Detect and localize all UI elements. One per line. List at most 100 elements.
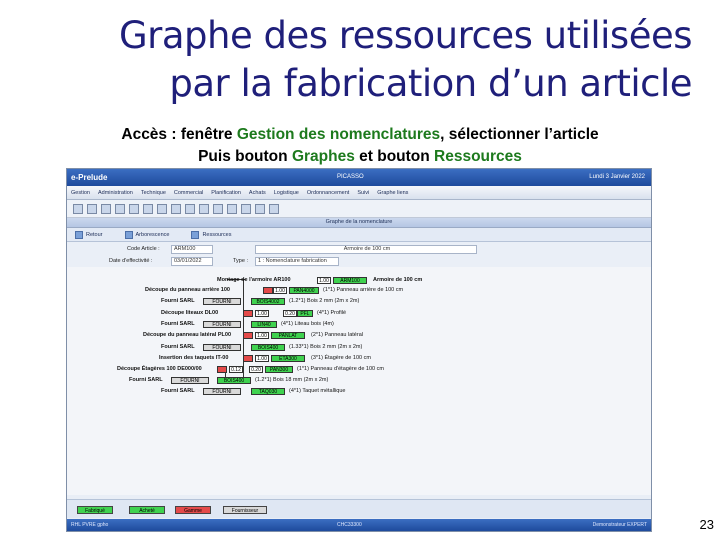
article-box[interactable]: PAN300 [265, 366, 293, 373]
article-form: Code Article : ARM100 Armoire de 100 cm … [67, 242, 651, 270]
tab-retour[interactable]: Retour [75, 230, 103, 239]
article-box[interactable]: BOIS4002 [251, 298, 285, 305]
sub2-highlight-ressources: Ressources [434, 148, 522, 165]
menu-item[interactable]: Commercial [174, 190, 203, 196]
last-icon[interactable] [213, 203, 223, 214]
menu-item[interactable]: Graphe liens [377, 190, 408, 196]
menu-item[interactable]: Administration [98, 190, 133, 196]
article-box[interactable]: ARM100 [333, 277, 367, 284]
article-box[interactable]: TAQ030 [251, 388, 285, 395]
menu-item[interactable]: Planification [211, 190, 241, 196]
tab-label: Arborescence [135, 231, 170, 238]
operation-label: Découpe liteaux DL00 [161, 310, 219, 316]
app-user: PICASSO [337, 174, 364, 180]
article-box[interactable]: PANLAT [271, 332, 305, 339]
legend-achete: Acheté [129, 506, 165, 514]
app-toolbar [67, 200, 651, 218]
previous-icon[interactable] [185, 203, 195, 214]
code-description-field: Armoire de 100 cm [255, 245, 477, 254]
delete-icon[interactable] [115, 203, 125, 214]
supplier-box: FOURNI [171, 377, 209, 384]
article-box[interactable]: PFL [297, 310, 313, 317]
gamme-box [263, 287, 273, 294]
copy-icon[interactable] [129, 203, 139, 214]
article-box[interactable]: BOIS400 [251, 344, 285, 351]
paste-icon[interactable] [157, 203, 167, 214]
article-label: (1.33*1) Bois 2 mm (2m x 2m) [289, 344, 363, 350]
code-field[interactable]: ARM100 [171, 245, 213, 254]
tree-icon [124, 230, 133, 239]
section-title: Graphe de la nomenclature [67, 218, 651, 228]
quantity-box: 1.00 [255, 310, 269, 317]
tab-ressources[interactable]: Ressources [191, 230, 232, 239]
help-icon[interactable] [269, 203, 279, 214]
filter-icon[interactable] [241, 203, 251, 214]
type-field[interactable]: 1 : Nomenclature fabrication [255, 257, 339, 266]
sub2-highlight-graphes: Graphes [291, 148, 355, 165]
cut-icon[interactable] [143, 203, 153, 214]
menu-item[interactable]: Suivi [357, 190, 369, 196]
legend-fabrique: Fabriqué [77, 506, 113, 514]
first-icon[interactable] [171, 203, 181, 214]
menu-item[interactable]: Ordonnancement [307, 190, 350, 196]
app-titlebar: e-Prelude PICASSO Lundi 3 Janvier 2022 [67, 169, 651, 186]
code-label: Code Article : [127, 246, 160, 252]
menu-item[interactable]: Technique [141, 190, 166, 196]
export-icon[interactable] [255, 203, 265, 214]
new-icon[interactable] [101, 203, 111, 214]
gamme-box [243, 355, 253, 362]
gamme-box [217, 366, 227, 373]
gamme-box [243, 310, 253, 317]
type-label: Type : [233, 258, 248, 264]
menu-item[interactable]: Achats [249, 190, 266, 196]
operation-label: Insertion des taquets IT-00 [159, 355, 229, 361]
supplier-label: Fourni SARL [161, 298, 195, 304]
status-right: Demonstrateur EXPERT [592, 522, 647, 528]
app-screenshot: e-Prelude PICASSO Lundi 3 Janvier 2022 G… [66, 168, 652, 532]
article-box[interactable]: PAN4000 [289, 287, 319, 294]
menu-item[interactable]: Logistique [274, 190, 299, 196]
status-mid: CHC33300 [337, 522, 362, 528]
article-label: (1.2*1) Bois 2 mm (2m x 2m) [289, 298, 360, 304]
sub1-highlight: Gestion des nomenclatures [236, 126, 441, 143]
supplier-label: Fourni SARL [161, 388, 195, 394]
quantity-box: 0.20 [283, 310, 297, 317]
connector [243, 279, 244, 383]
gamme-box [243, 332, 253, 339]
supplier-box: FOURNI [203, 298, 241, 305]
resources-icon [191, 230, 200, 239]
save-icon[interactable] [73, 203, 83, 214]
graph-tabs: Retour Arborescence Ressources [67, 228, 651, 242]
quantity-box: 1.00 [255, 355, 269, 362]
tab-arborescence[interactable]: Arborescence [124, 230, 170, 239]
date-field[interactable]: 03/01/2022 [171, 257, 213, 266]
search-icon[interactable] [227, 203, 237, 214]
article-box[interactable]: BOIS400 [217, 377, 251, 384]
quantity-box: 1.00 [317, 277, 331, 284]
supplier-box: FOURNI [203, 388, 241, 395]
date-label: Date d'effectivité : [109, 258, 153, 264]
supplier-label: Fourni SARL [129, 377, 163, 383]
slide-subtitle-line1: Accès : fenêtre Gestion des nomenclature… [0, 125, 720, 145]
operation-label: Montage de l'armoire AR100 [217, 277, 291, 283]
resource-graph: Montage de l'armoire AR100 1.00 ARM100 A… [67, 267, 651, 495]
slide-subtitle-line2: Puis bouton Graphes et bouton Ressources [0, 147, 720, 167]
sub2-text-c: et bouton [354, 148, 435, 165]
app-menubar: Gestion Administration Technique Commerc… [67, 186, 651, 200]
article-box[interactable]: ETA300 [271, 355, 305, 362]
app-date: Lundi 3 Janvier 2022 [589, 174, 645, 180]
status-left: RHL PVRE gpho [71, 522, 109, 528]
print-icon[interactable] [87, 203, 97, 214]
legend-gamme: Gamme [175, 506, 211, 514]
next-icon[interactable] [199, 203, 209, 214]
slide-title-line1: Graphe des ressources utilisées [118, 14, 693, 57]
article-label: (1*1) Panneau d'étagère de 100 cm [297, 366, 384, 372]
sub1-text-a: Accès : fenêtre [121, 126, 237, 143]
article-box[interactable]: LIN40 [251, 321, 277, 328]
article-label: (3*1) Étagère de 100 cm [311, 355, 371, 361]
menu-item[interactable]: Gestion [71, 190, 90, 196]
sub2-text-a: Puis bouton [198, 148, 292, 165]
back-icon [75, 230, 83, 239]
page-number: 23 [699, 517, 714, 532]
quantity-box: 1.00 [273, 287, 287, 294]
